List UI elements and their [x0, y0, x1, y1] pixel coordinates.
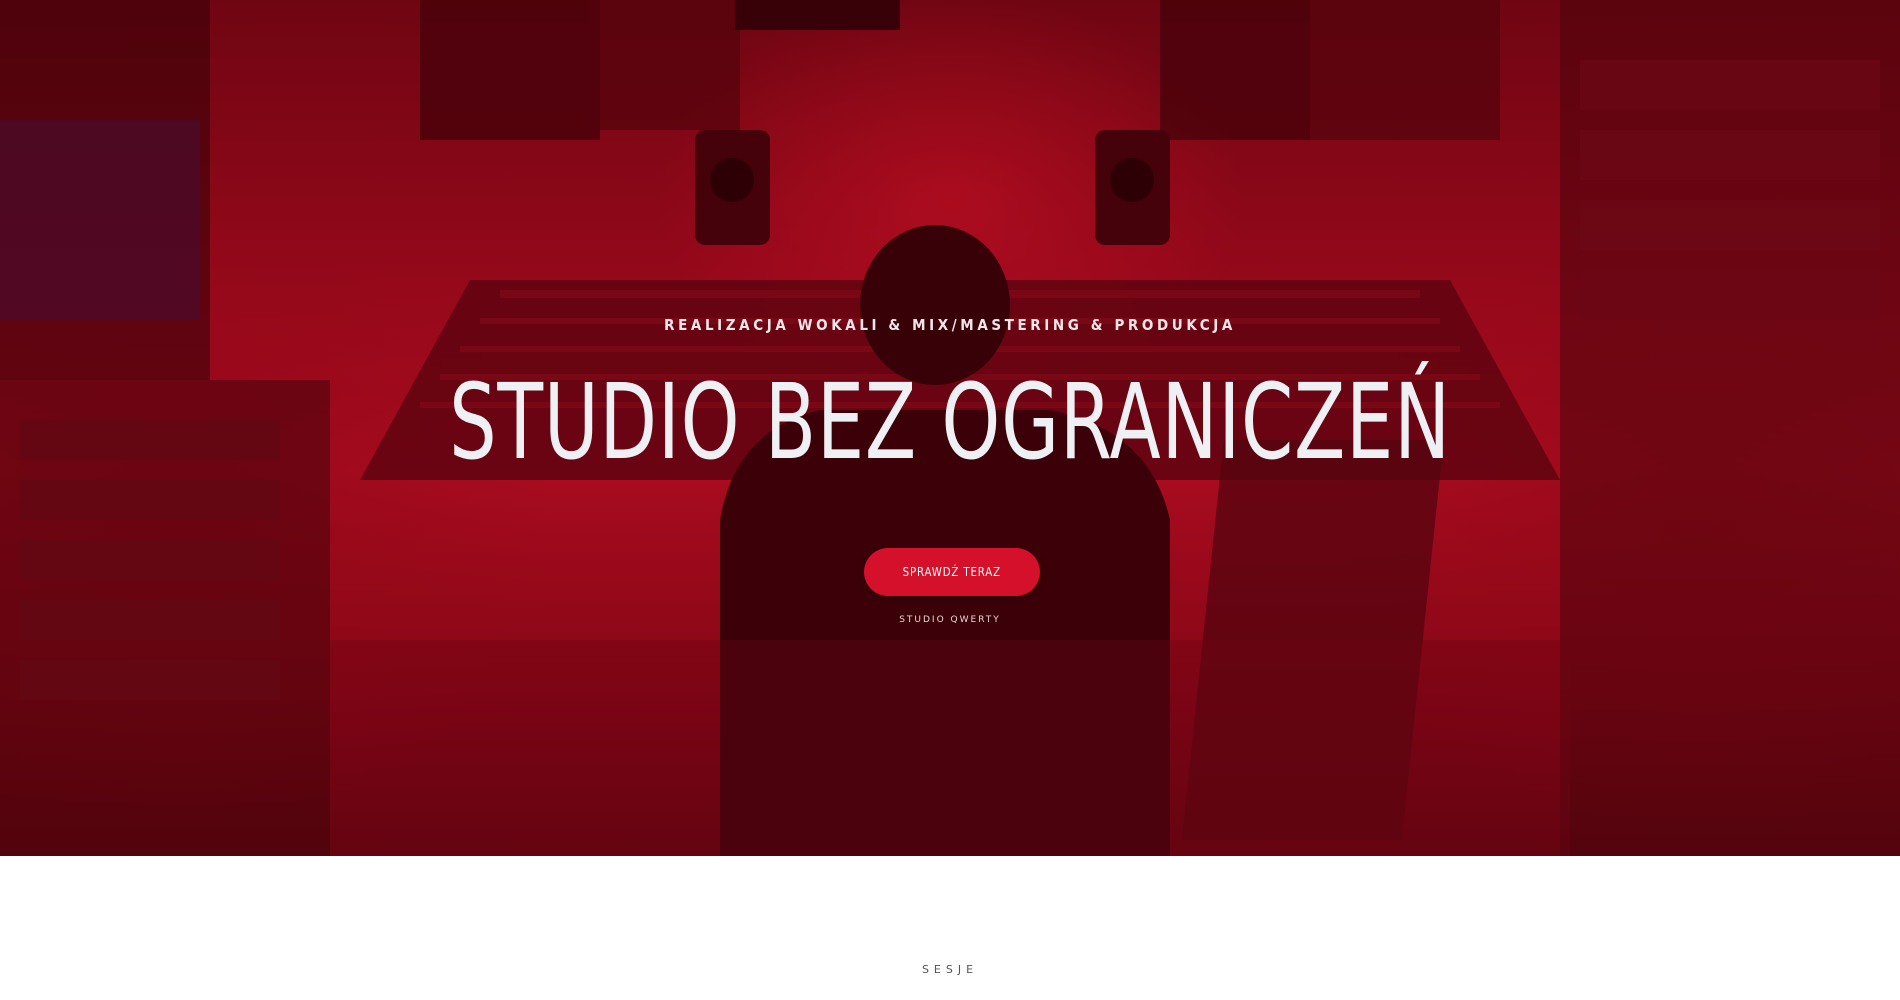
check-now-button[interactable]: SPRAWDŹ TERAZ — [864, 548, 1040, 596]
section-label-sessions: SESJE — [921, 963, 979, 976]
hero-caption: STUDIO QWERTY — [899, 615, 1001, 625]
hero-tagline: REALIZACJA WOKALI & MIX/MASTERING & PROD… — [664, 316, 1236, 334]
hero-section: REALIZACJA WOKALI & MIX/MASTERING & PROD… — [0, 0, 1900, 856]
check-now-button-label: SPRAWDŹ TERAZ — [902, 565, 1002, 579]
hero-headline: STUDIO BEZ OGRANICZEŃ — [449, 361, 1451, 483]
